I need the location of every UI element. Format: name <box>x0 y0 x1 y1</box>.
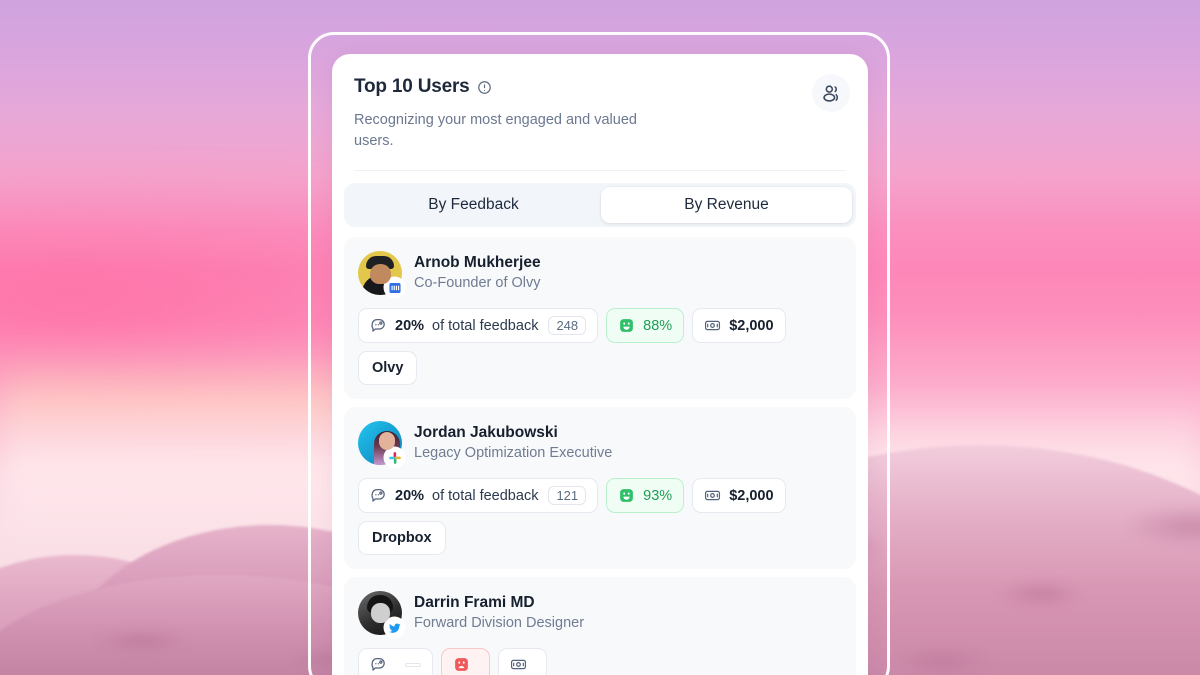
avatar <box>358 251 404 297</box>
source-badge <box>385 448 404 467</box>
revenue-chip[interactable]: $2,000 <box>692 478 786 513</box>
segmented-tabs: By Feedback By Revenue <box>344 183 856 227</box>
twitter-icon <box>388 623 401 633</box>
page-title: Top 10 Users <box>354 76 470 97</box>
source-badge <box>385 618 404 637</box>
source-tag[interactable]: Dropbox <box>358 521 446 555</box>
metric-chips: 20% of total feedback 121 93% $2,000 <box>358 478 842 513</box>
list-item[interactable]: Arnob Mukherjee Co-Founder of Olvy 20% o… <box>344 237 856 399</box>
user-identity: Arnob Mukherjee Co-Founder of Olvy <box>414 253 541 293</box>
revenue-chip[interactable]: $2,000 <box>692 308 786 343</box>
revenue-chip[interactable] <box>498 648 547 675</box>
header-divider <box>354 170 846 171</box>
user-name: Jordan Jakubowski <box>414 424 558 441</box>
slack-icon <box>388 451 401 464</box>
feedback-chip[interactable]: 20% of total feedback 248 <box>358 308 599 343</box>
sentiment-chip[interactable]: 88% <box>606 308 685 343</box>
feedback-label: of total feedback <box>432 487 539 504</box>
list-item[interactable]: Darrin Frami MD Forward Division Designe… <box>344 577 856 675</box>
avatar <box>358 421 404 467</box>
revenue-value: $2,000 <box>729 317 774 334</box>
source-tag[interactable]: Olvy <box>358 351 418 385</box>
metric-chips <box>358 648 842 675</box>
feedback-percent: 20% <box>395 487 425 504</box>
info-circle-icon[interactable] <box>477 80 492 95</box>
users-group-icon <box>822 84 838 102</box>
money-bill-icon <box>705 490 721 501</box>
user-role: Legacy Optimization Executive <box>414 445 613 461</box>
feedback-count: 121 <box>548 486 587 505</box>
sentiment-value: 93% <box>643 487 673 504</box>
user-role: Forward Division Designer <box>414 615 585 631</box>
tag-row: Dropbox <box>358 521 842 555</box>
user-role: Co-Founder of Olvy <box>414 275 541 291</box>
tag-row: Olvy <box>358 351 842 385</box>
sentiment-value: 88% <box>643 317 673 334</box>
money-bill-icon <box>510 659 527 670</box>
money-bill-icon <box>705 320 721 331</box>
sentiment-chip[interactable]: 93% <box>606 478 685 513</box>
feedback-bubble-icon <box>371 488 385 502</box>
feedback-label: of total feedback <box>432 317 539 334</box>
title-row: Top 10 Users <box>354 76 846 98</box>
sad-face-icon <box>455 658 468 671</box>
user-name: Darrin Frami MD <box>414 594 535 611</box>
feedback-bubble-icon <box>371 657 385 671</box>
avatar <box>358 591 404 637</box>
feedback-count <box>405 662 421 667</box>
happy-face-icon <box>620 489 634 502</box>
user-header: Darrin Frami MD Forward Division Designe… <box>358 591 842 637</box>
feedback-chip[interactable] <box>358 648 433 675</box>
list-item[interactable]: Jordan Jakubowski Legacy Optimization Ex… <box>344 407 856 569</box>
feedback-chip[interactable]: 20% of total feedback 121 <box>358 478 599 513</box>
user-identity: Darrin Frami MD Forward Division Designe… <box>414 593 584 633</box>
happy-face-icon <box>620 319 634 332</box>
user-list: Arnob Mukherjee Co-Founder of Olvy 20% o… <box>344 237 856 675</box>
feedback-percent: 20% <box>395 317 425 334</box>
users-group-button[interactable] <box>812 74 850 112</box>
card-header: Top 10 Users Recognizing your most engag… <box>332 54 868 152</box>
revenue-value: $2,000 <box>729 487 774 504</box>
user-header: Arnob Mukherjee Co-Founder of Olvy <box>358 251 842 297</box>
olvy-icon <box>388 282 401 293</box>
sentiment-chip[interactable] <box>441 648 490 675</box>
user-name: Arnob Mukherjee <box>414 254 541 271</box>
feedback-count: 248 <box>548 316 587 335</box>
user-header: Jordan Jakubowski Legacy Optimization Ex… <box>358 421 842 467</box>
metric-chips: 20% of total feedback 248 88% $2,000 <box>358 308 842 343</box>
user-identity: Jordan Jakubowski Legacy Optimization Ex… <box>414 423 612 463</box>
tab-by-revenue[interactable]: By Revenue <box>601 187 852 223</box>
tab-by-feedback[interactable]: By Feedback <box>348 187 599 223</box>
card-subtitle: Recognizing your most engaged and valued… <box>354 112 637 149</box>
feedback-bubble-icon <box>371 318 385 332</box>
top-users-card: Top 10 Users Recognizing your most engag… <box>332 54 868 675</box>
